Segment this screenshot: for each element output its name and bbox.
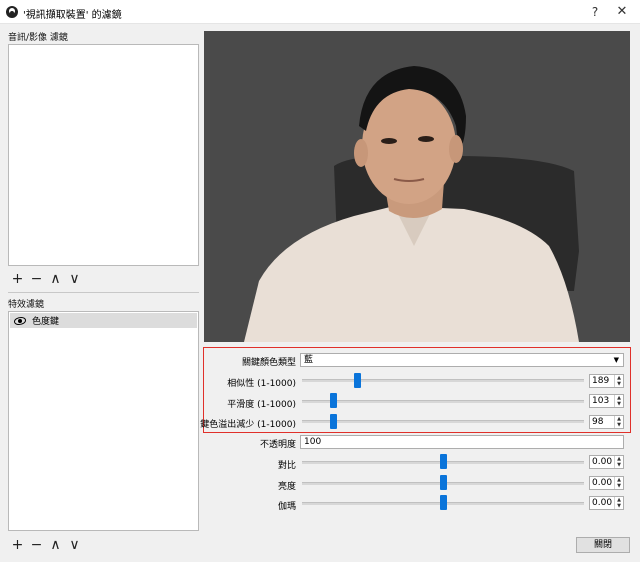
move-up-button[interactable]: ∧	[48, 272, 63, 286]
eye-icon[interactable]	[14, 317, 26, 325]
remove-filter-button[interactable]: −	[29, 538, 44, 552]
video-preview	[204, 31, 630, 342]
gamma-spinbox[interactable]: 0.00 ▲ ▼	[589, 496, 624, 510]
close-dialog-button[interactable]: 關閉	[576, 537, 630, 553]
contrast-label: 對比	[277, 461, 296, 471]
audio-video-filters-label: 音訊/影像 濾鏡	[8, 33, 68, 43]
dropdown-arrow-icon: ▼	[613, 356, 619, 364]
spin-arrows-icon[interactable]: ▲ ▼	[614, 416, 623, 428]
gamma-slider-handle[interactable]	[439, 495, 447, 510]
similarity-spinbox[interactable]: 189 ▲ ▼	[589, 374, 624, 388]
brightness-slider-handle[interactable]	[439, 475, 447, 490]
gamma-value: 0.00	[592, 498, 613, 508]
effect-filters-list[interactable]: 色度鍵	[8, 311, 199, 531]
preview-image	[204, 31, 630, 342]
smoothness-label: 平滑度 (1-1000)	[227, 400, 296, 410]
move-down-button[interactable]: ∨	[67, 538, 82, 552]
window-close-button[interactable]: ✕	[613, 3, 631, 21]
similarity-label: 相似性 (1-1000)	[227, 379, 296, 389]
brightness-label: 亮度	[277, 482, 296, 492]
contrast-slider-handle[interactable]	[439, 454, 447, 469]
panel-divider	[8, 292, 199, 293]
spin-arrows-icon[interactable]: ▲ ▼	[614, 456, 623, 468]
opacity-label: 不透明度	[259, 440, 296, 450]
smoothness-slider[interactable]	[302, 400, 584, 403]
gamma-label: 伽瑪	[277, 502, 296, 512]
similarity-slider[interactable]	[302, 379, 584, 382]
add-filter-button[interactable]: +	[10, 272, 25, 286]
key-color-type-value: 藍	[304, 355, 314, 365]
help-button[interactable]: ?	[586, 3, 604, 21]
similarity-slider-handle[interactable]	[354, 373, 362, 388]
move-up-button[interactable]: ∧	[48, 538, 63, 552]
opacity-field[interactable]: 100	[300, 435, 624, 449]
window-title: '視訊擷取裝置' 的濾鏡	[23, 10, 122, 21]
effect-filters-label: 特效濾鏡	[8, 300, 45, 310]
add-filter-button[interactable]: +	[10, 538, 25, 552]
key-color-type-select[interactable]: 藍 ▼	[300, 353, 624, 367]
smoothness-spinbox[interactable]: 103 ▲ ▼	[589, 394, 624, 408]
smoothness-slider-handle[interactable]	[329, 393, 337, 408]
spin-arrows-icon[interactable]: ▲ ▼	[614, 375, 623, 387]
spin-arrows-icon[interactable]: ▲ ▼	[614, 497, 623, 509]
spill-reduction-value: 98	[592, 417, 604, 427]
smoothness-value: 103	[592, 396, 610, 406]
contrast-value: 0.00	[592, 457, 613, 467]
move-down-button[interactable]: ∨	[67, 272, 82, 286]
key-color-type-label: 關鍵顏色類型	[241, 358, 296, 368]
contrast-spinbox[interactable]: 0.00 ▲ ▼	[589, 455, 624, 469]
audio-video-filters-list[interactable]	[8, 44, 199, 266]
brightness-value: 0.00	[592, 478, 613, 488]
filter-item-chroma-key[interactable]: 色度鍵	[10, 313, 197, 328]
title-bar: '視訊擷取裝置' 的濾鏡 ? ✕	[0, 0, 640, 24]
filter-item-label: 色度鍵	[32, 317, 60, 327]
opacity-value: 100	[304, 437, 322, 447]
audio-video-filters-toolbar: + − ∧ ∨	[10, 272, 82, 286]
obs-logo-icon	[6, 6, 18, 18]
spin-arrows-icon[interactable]: ▲ ▼	[614, 395, 623, 407]
effect-filters-toolbar: + − ∧ ∨	[10, 538, 82, 552]
spin-arrows-icon[interactable]: ▲ ▼	[614, 477, 623, 489]
brightness-spinbox[interactable]: 0.00 ▲ ▼	[589, 476, 624, 490]
spill-reduction-label: 鍵色溢出減少 (1-1000)	[200, 420, 296, 430]
spill-reduction-slider[interactable]	[302, 420, 584, 423]
remove-filter-button[interactable]: −	[29, 272, 44, 286]
spill-reduction-spinbox[interactable]: 98 ▲ ▼	[589, 415, 624, 429]
spill-reduction-slider-handle[interactable]	[329, 414, 337, 429]
similarity-value: 189	[592, 376, 610, 386]
